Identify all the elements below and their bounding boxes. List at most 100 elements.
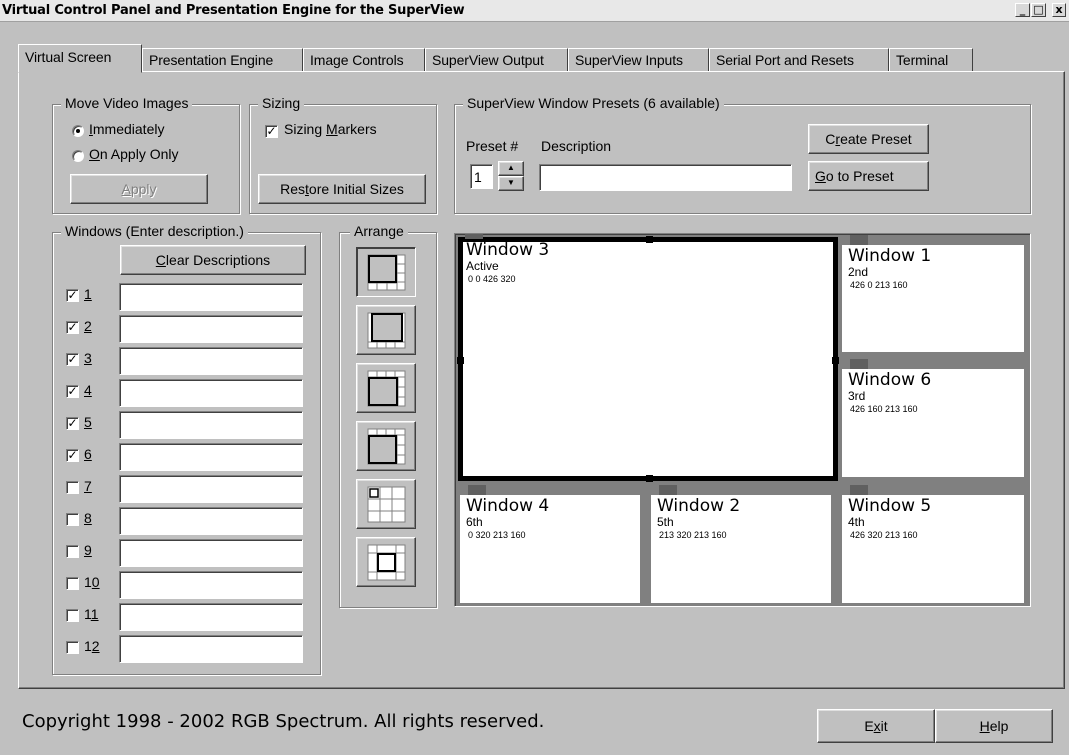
tab-virtual-screen[interactable]: Virtual Screen: [18, 44, 142, 73]
tab-superview-output[interactable]: SuperView Output: [425, 48, 568, 72]
window-12-description-field[interactable]: [119, 635, 303, 663]
tab-superview-inputs[interactable]: SuperView Inputs: [568, 48, 709, 72]
arrange-grid-icon: [367, 486, 406, 523]
preset-up-button[interactable]: ▲: [498, 161, 524, 176]
preset-number-label: Preset #: [466, 138, 519, 154]
window-name: Window 3: [466, 240, 550, 260]
preset-number-field[interactable]: [470, 164, 493, 189]
window-6-checkbox[interactable]: ✓: [66, 449, 79, 462]
window-tab-indicator: [850, 485, 868, 495]
window-1-tile[interactable]: Window 1 2nd 426 0 213 160: [842, 235, 1024, 352]
window-5-label[interactable]: 5: [84, 414, 92, 430]
create-preset-button[interactable]: Create Preset: [808, 124, 929, 154]
window-3-checkbox[interactable]: ✓: [66, 353, 79, 366]
window-5-description-field[interactable]: [119, 411, 303, 439]
window-3-label[interactable]: 3: [84, 350, 92, 366]
arrange-center-icon: [367, 544, 406, 581]
resize-handle-top[interactable]: [646, 236, 653, 243]
window-2-description-field[interactable]: [119, 315, 303, 343]
preset-description-field[interactable]: [539, 164, 792, 191]
virtual-screen[interactable]: Window 3 Active 0 0 426 320 Window 1 2nd…: [454, 233, 1031, 607]
arrange-group: Arrange: [339, 223, 437, 608]
window-1-label[interactable]: 1: [84, 286, 92, 302]
window-geometry: 213 320 213 160: [659, 530, 727, 540]
arrange-large-left-button[interactable]: [356, 247, 416, 297]
immediately-label[interactable]: Immediately: [89, 121, 164, 137]
window-3-tile[interactable]: Window 3 Active 0 0 426 320: [457, 234, 839, 482]
preset-down-button[interactable]: ▼: [498, 176, 524, 191]
window-6-tile[interactable]: Window 6 3rd 426 160 213 160: [842, 359, 1024, 477]
window-4-description-field[interactable]: [119, 379, 303, 407]
tab-image-controls[interactable]: Image Controls: [303, 48, 425, 72]
tab-serial-port-resets[interactable]: Serial Port and Resets: [709, 48, 889, 72]
go-to-preset-button[interactable]: Go to Preset: [808, 161, 929, 191]
arrange-grid-button[interactable]: [356, 479, 416, 529]
tab-terminal[interactable]: Terminal: [889, 48, 973, 72]
window-11-checkbox[interactable]: [66, 609, 79, 622]
window-9-checkbox[interactable]: [66, 545, 79, 558]
window-state: Active: [466, 259, 499, 273]
tab-presentation-engine[interactable]: Presentation Engine: [142, 48, 303, 72]
window-8-description-field[interactable]: [119, 507, 303, 535]
window-10-checkbox[interactable]: [66, 577, 79, 590]
window-12-checkbox[interactable]: [66, 641, 79, 654]
arrange-large-top-left-icon: [367, 428, 406, 465]
minimize-button[interactable]: _: [1015, 3, 1030, 17]
window-4-label[interactable]: 4: [84, 382, 92, 398]
window-4-tile[interactable]: Window 4 6th 0 320 213 160: [460, 485, 640, 603]
window-2-label[interactable]: 2: [84, 318, 92, 334]
close-button[interactable]: x: [1052, 3, 1066, 17]
arrange-large-bottom-left-icon: [367, 370, 406, 407]
presets-legend: SuperView Window Presets (6 available): [463, 95, 724, 111]
window-3-description-field[interactable]: [119, 347, 303, 375]
window-2-tile[interactable]: Window 2 5th 213 320 213 160: [651, 485, 831, 603]
window-geometry: 0 320 213 160: [468, 530, 526, 540]
sizing-markers-checkbox[interactable]: ✓: [265, 125, 278, 138]
window-7-label[interactable]: 7: [84, 478, 92, 494]
resize-handle-left[interactable]: [457, 357, 464, 364]
window-10-label[interactable]: 10: [84, 574, 100, 590]
on-apply-radio[interactable]: [72, 150, 84, 162]
on-apply-label[interactable]: On Apply Only: [89, 146, 179, 162]
window-2-checkbox[interactable]: ✓: [66, 321, 79, 334]
window-8-checkbox[interactable]: [66, 513, 79, 526]
window-9-description-field[interactable]: [119, 539, 303, 567]
sizing-markers-label[interactable]: Sizing Markers: [284, 121, 377, 137]
arrange-large-top-left-button[interactable]: [356, 421, 416, 471]
restore-initial-sizes-button[interactable]: Restore Initial Sizes: [258, 174, 426, 204]
window-7-description-field[interactable]: [119, 475, 303, 503]
window-7-checkbox[interactable]: [66, 481, 79, 494]
immediately-radio[interactable]: [72, 125, 84, 137]
window-tab-indicator: [850, 235, 868, 245]
window-12-label[interactable]: 12: [84, 638, 100, 654]
arrange-large-top-button[interactable]: [356, 305, 416, 355]
window-4-checkbox[interactable]: ✓: [66, 385, 79, 398]
window-5-checkbox[interactable]: ✓: [66, 417, 79, 430]
window-11-description-field[interactable]: [119, 603, 303, 631]
window-6-description-field[interactable]: [119, 443, 303, 471]
window-state: 3rd: [848, 389, 866, 403]
copyright-text: Copyright 1998 - 2002 RGB Spectrum. All …: [22, 711, 545, 732]
arrange-large-bottom-button[interactable]: [356, 363, 416, 413]
arrow-down-icon: ▼: [507, 178, 515, 187]
window-6-label[interactable]: 6: [84, 446, 92, 462]
clear-descriptions-button[interactable]: Clear Descriptions: [120, 245, 306, 275]
window-5-tile[interactable]: Window 5 4th 426 320 213 160: [842, 485, 1024, 603]
window-name: Window 1: [848, 246, 932, 266]
window-geometry: 426 0 213 160: [850, 280, 908, 290]
help-button[interactable]: Help: [935, 709, 1053, 743]
window-8-label[interactable]: 8: [84, 510, 92, 526]
resize-handle-right[interactable]: [832, 357, 839, 364]
window-1-description-field[interactable]: [119, 283, 303, 311]
window-10-description-field[interactable]: [119, 571, 303, 599]
arrange-center-button[interactable]: [356, 537, 416, 587]
window-geometry: 426 320 213 160: [850, 530, 918, 540]
window-9-label[interactable]: 9: [84, 542, 92, 558]
window-1-checkbox[interactable]: ✓: [66, 289, 79, 302]
maximize-button[interactable]: □: [1031, 3, 1046, 17]
resize-handle-bottom[interactable]: [646, 475, 653, 482]
window-state: 5th: [657, 515, 674, 529]
exit-button[interactable]: Exit: [817, 709, 935, 743]
window-11-label[interactable]: 11: [84, 606, 99, 622]
apply-button[interactable]: Apply: [70, 174, 208, 204]
